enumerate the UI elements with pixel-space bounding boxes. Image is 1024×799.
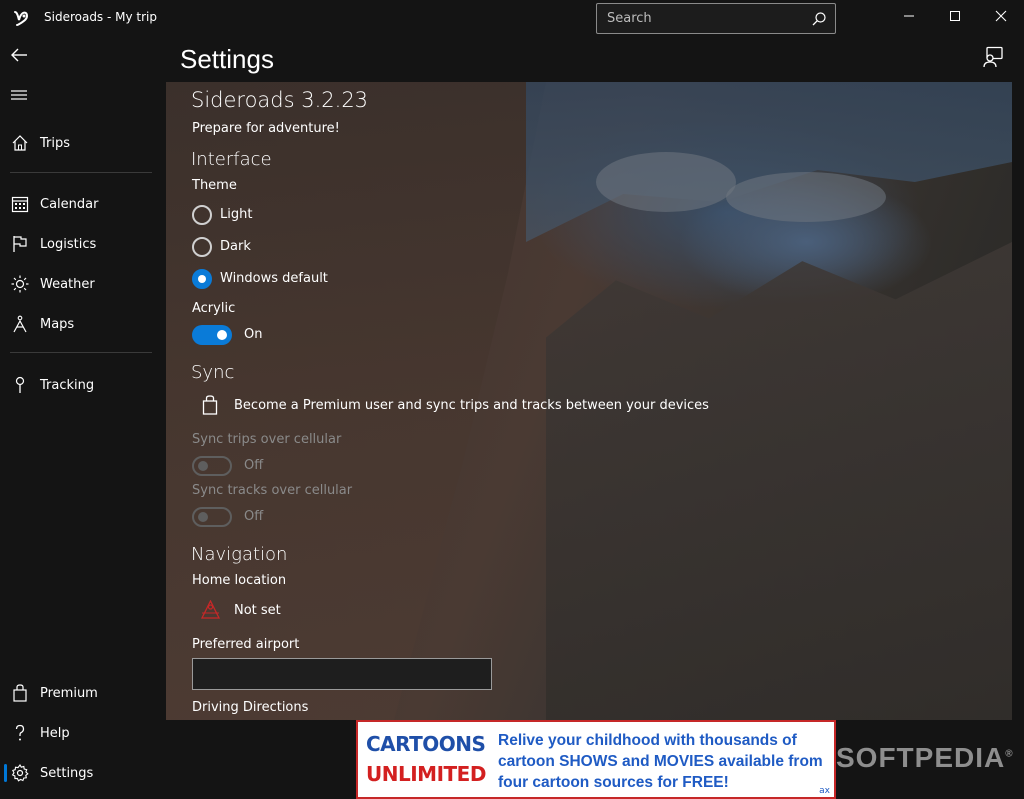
nav-label-premium: Premium: [40, 685, 98, 701]
maximize-icon: [950, 11, 960, 21]
radio-label-windows-default: Windows default: [220, 271, 328, 286]
ad-logo-line2: UNLIMITED: [366, 762, 486, 786]
nav-item-settings[interactable]: Settings: [0, 754, 166, 792]
background-image: [726, 172, 886, 222]
question-icon: [15, 724, 25, 741]
nav-label-logistics: Logistics: [40, 236, 97, 252]
nav-label-settings: Settings: [40, 765, 94, 781]
home-icon: [12, 135, 28, 151]
navigation-pane: Trips Calendar Logistics Weather Maps Tr…: [0, 36, 166, 799]
search-box[interactable]: Search: [596, 3, 836, 34]
ad-logo-line1: CARTOONS: [366, 732, 486, 756]
nav-item-weather[interactable]: Weather: [0, 265, 166, 303]
search-icon[interactable]: [811, 11, 827, 27]
sync-heading: Sync: [191, 362, 235, 383]
nav-label-trips: Trips: [40, 135, 71, 151]
ad-choices-badge[interactable]: ax: [819, 786, 830, 796]
home-location-icon: [201, 600, 220, 619]
registered-mark-icon: ®: [1005, 748, 1014, 760]
pin-icon: [15, 376, 25, 393]
watermark-text: SOFTPEDIA: [836, 742, 1006, 773]
home-location-value: Not set: [234, 603, 281, 618]
settings-panel: Sideroads 3.2.23 Prepare for adventure! …: [166, 82, 1012, 720]
nav-label-weather: Weather: [40, 276, 95, 292]
search-input[interactable]: Search: [607, 11, 652, 26]
interface-heading: Interface: [191, 149, 272, 170]
acrylic-state: On: [244, 327, 263, 342]
radio-label-dark: Dark: [220, 239, 251, 254]
flag-icon: [13, 236, 27, 252]
ad-logo: CARTOONS UNLIMITED: [366, 732, 488, 792]
tagline: Prepare for adventure!: [192, 121, 340, 136]
sync-tracks-toggle[interactable]: [192, 507, 232, 527]
nav-item-trips[interactable]: Trips: [0, 124, 166, 162]
driving-directions-label: Driving Directions: [192, 700, 309, 715]
nav-item-logistics[interactable]: Logistics: [0, 225, 166, 263]
bag-icon: [13, 684, 27, 702]
nav-divider: [10, 172, 152, 173]
back-arrow-icon: [11, 48, 27, 62]
nav-label-help: Help: [40, 725, 70, 741]
nav-divider: [10, 352, 152, 353]
gear-icon: [11, 764, 29, 782]
preferred-airport-label: Preferred airport: [192, 637, 300, 652]
navigation-heading: Navigation: [191, 544, 288, 565]
nav-item-maps[interactable]: Maps: [0, 305, 166, 343]
radio-windows-default[interactable]: [192, 269, 212, 289]
background-image: [596, 152, 736, 212]
sync-tracks-label: Sync tracks over cellular: [192, 483, 353, 498]
maximize-button[interactable]: [932, 0, 978, 32]
title-bar: Sideroads - My trip Search: [0, 0, 1024, 36]
advertisement-banner[interactable]: CARTOONS UNLIMITED Relive your childhood…: [356, 720, 836, 799]
feedback-icon[interactable]: [982, 46, 1004, 68]
close-button[interactable]: [978, 0, 1024, 32]
sync-trips-toggle[interactable]: [192, 456, 232, 476]
home-location-label: Home location: [192, 573, 287, 588]
page-title: Settings: [180, 44, 274, 74]
radio-light[interactable]: [192, 205, 212, 225]
theme-label: Theme: [192, 178, 237, 193]
app-title: Sideroads - My trip: [44, 10, 158, 24]
acrylic-toggle[interactable]: [192, 325, 232, 345]
nav-label-tracking: Tracking: [40, 377, 95, 393]
acrylic-label: Acrylic: [192, 301, 236, 316]
hamburger-icon: [11, 90, 27, 100]
active-indicator: [4, 764, 7, 782]
back-button[interactable]: [0, 36, 166, 74]
app-version: Sideroads 3.2.23: [191, 88, 369, 112]
nav-label-maps: Maps: [40, 316, 75, 332]
ad-text: Relive your childhood with thousands of …: [498, 732, 823, 791]
nav-label-calendar: Calendar: [40, 196, 99, 212]
sync-trips-label: Sync trips over cellular: [192, 432, 342, 447]
sync-trips-state: Off: [244, 458, 264, 473]
sync-tracks-state: Off: [244, 509, 264, 524]
nav-item-premium[interactable]: Premium: [0, 674, 166, 712]
minimize-button[interactable]: [886, 0, 932, 32]
radio-label-light: Light: [220, 207, 253, 222]
radio-dark[interactable]: [192, 237, 212, 257]
sun-icon: [11, 275, 29, 293]
hiker-icon: [13, 315, 27, 333]
background-image: [546, 242, 1012, 720]
preferred-airport-input[interactable]: [192, 658, 492, 690]
calendar-icon: [11, 196, 29, 213]
premium-sync-message[interactable]: Become a Premium user and sync trips and…: [234, 398, 709, 413]
nav-item-calendar[interactable]: Calendar: [0, 185, 166, 223]
hamburger-menu-button[interactable]: [0, 76, 166, 114]
minimize-icon: [904, 15, 914, 17]
sideroads-logo-icon: [14, 11, 29, 26]
nav-item-help[interactable]: Help: [0, 714, 166, 752]
close-icon: [995, 10, 1007, 22]
nav-item-tracking[interactable]: Tracking: [0, 366, 166, 404]
watermark: SOFTPEDIA®: [836, 742, 1014, 774]
premium-bag-icon: [202, 395, 218, 415]
